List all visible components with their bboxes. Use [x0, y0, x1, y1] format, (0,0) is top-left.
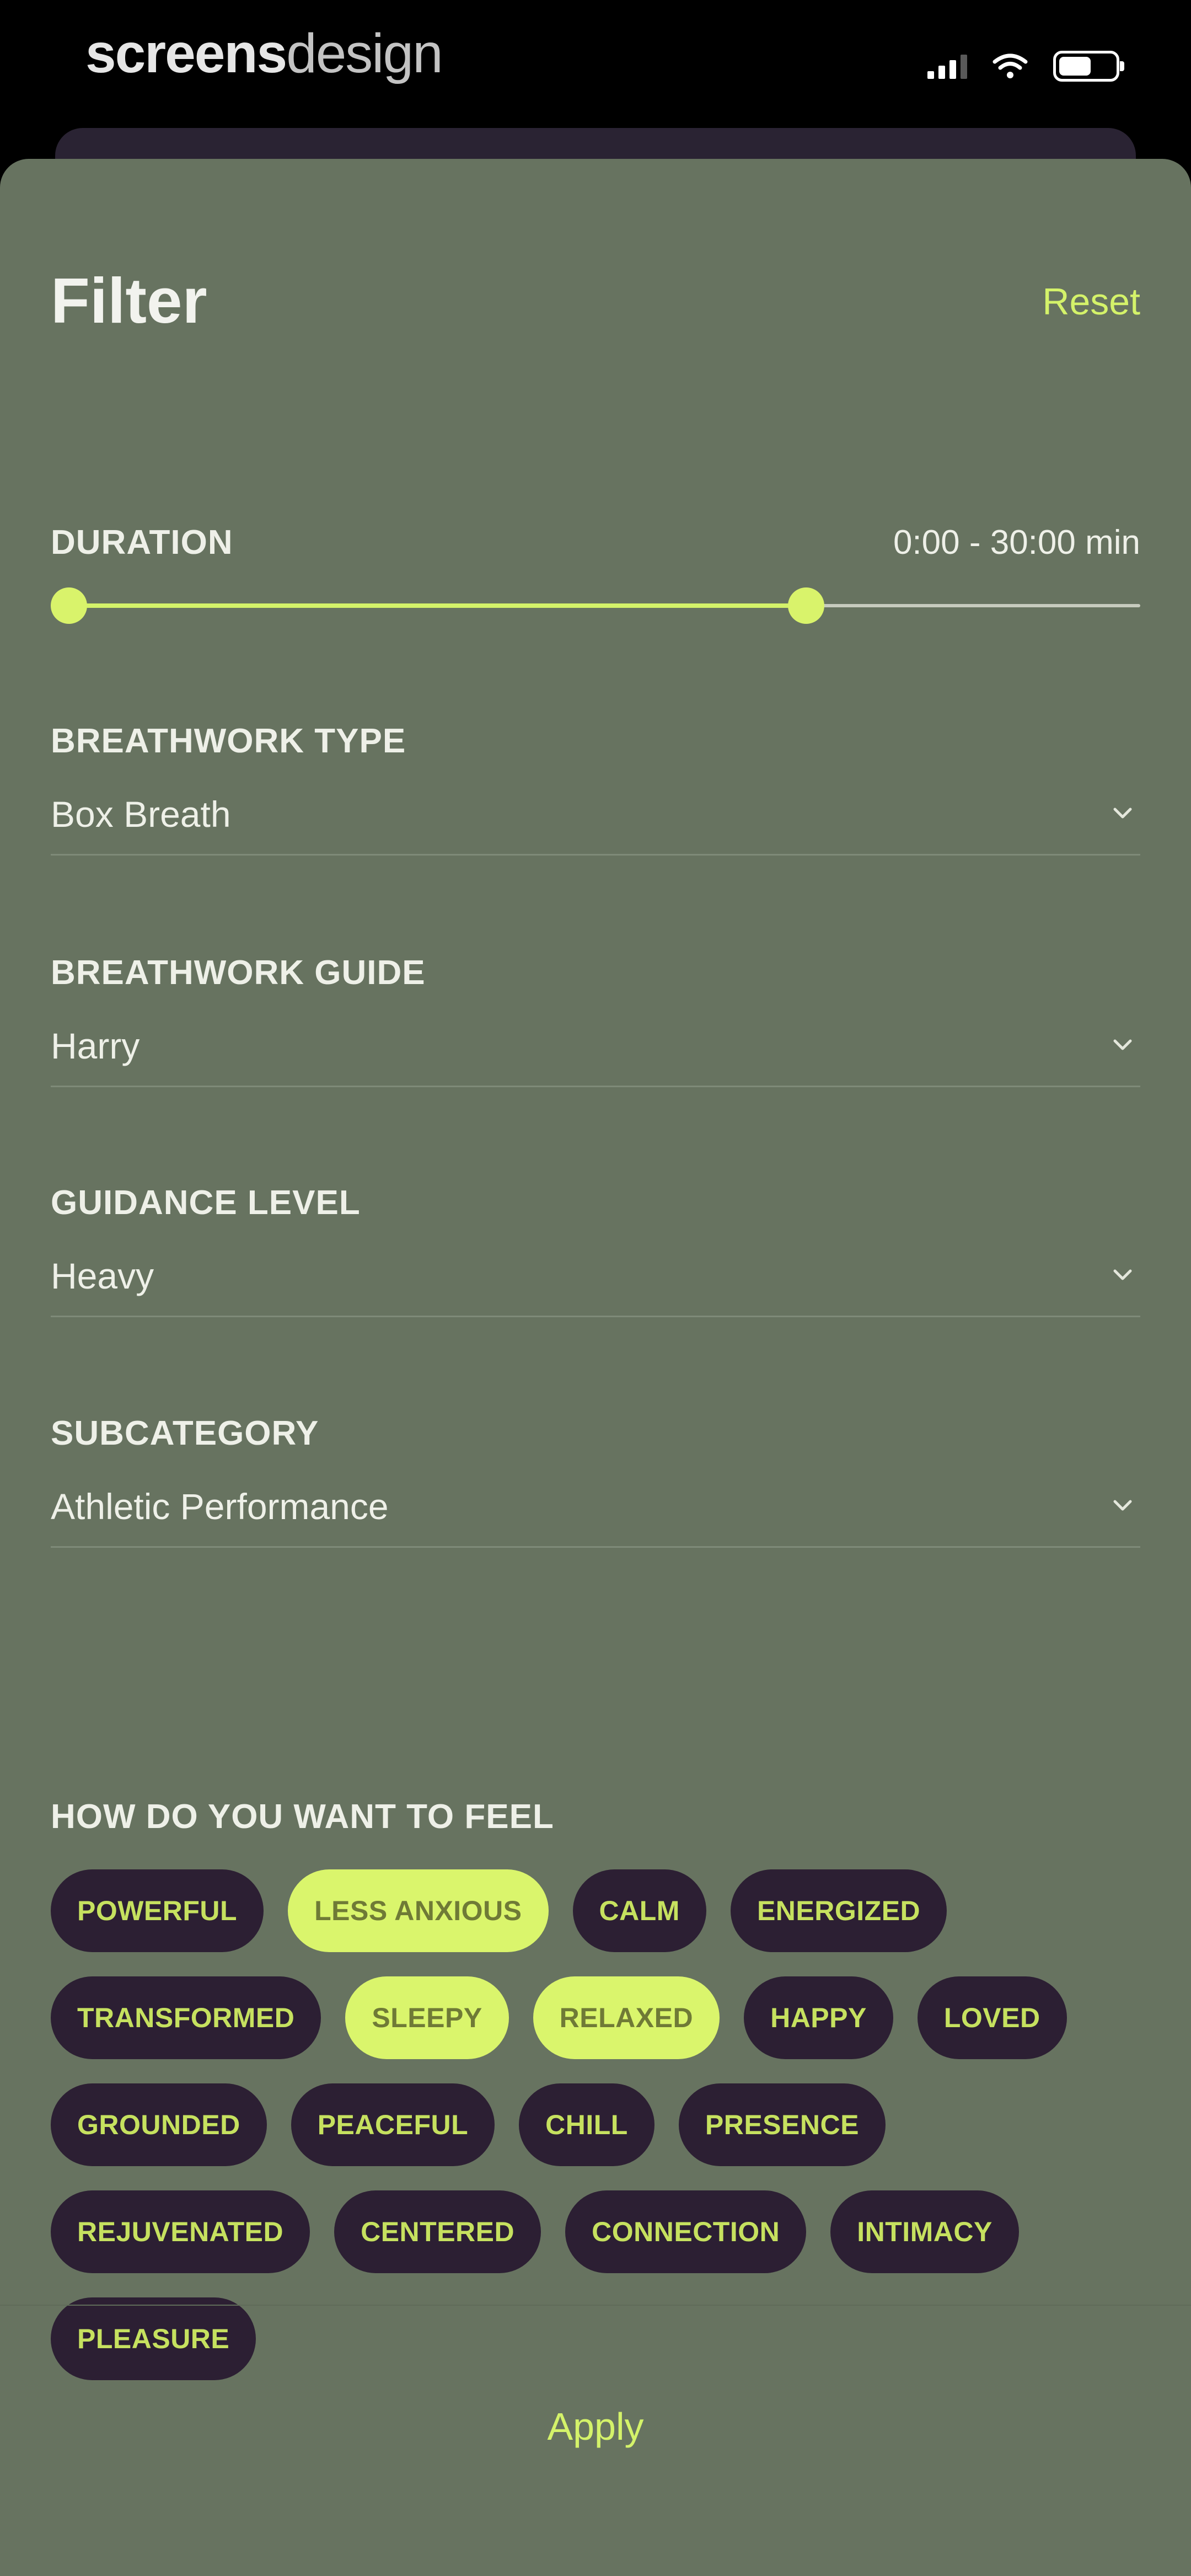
select-value: Box Breath: [51, 794, 231, 835]
watermark-bold: screens: [85, 23, 287, 84]
sheet-header: Filter Reset: [51, 264, 1140, 341]
select-value: Heavy: [51, 1255, 154, 1296]
chip-less-anxious[interactable]: LESS ANXIOUS: [288, 1869, 549, 1952]
breathwork-type-field: BREATHWORK TYPE Box Breath: [51, 722, 1140, 865]
slider-min-handle[interactable]: [51, 587, 87, 624]
duration-label: DURATION: [51, 523, 233, 562]
chip-row: TRANSFORMED SLEEPY RELAXED HAPPY LOVED: [51, 1976, 1140, 2059]
field-label: GUIDANCE LEVEL: [51, 1184, 361, 1222]
breathwork-type-select[interactable]: Box Breath: [51, 793, 1140, 856]
breathwork-guide-field: BREATHWORK GUIDE Harry: [51, 953, 1140, 1097]
chevron-down-icon: [1113, 1500, 1132, 1511]
chip-calm[interactable]: CALM: [572, 1869, 706, 1952]
chevron-down-icon: [1113, 1269, 1132, 1280]
subcategory-field: SUBCATEGORY Athletic Performance: [51, 1414, 1140, 1557]
status-icons: [927, 51, 1124, 82]
chip-intimacy[interactable]: INTIMACY: [830, 2190, 1019, 2273]
chip-loved[interactable]: LOVED: [917, 1976, 1067, 2059]
select-value: Harry: [51, 1025, 140, 1066]
apply-button[interactable]: Apply: [0, 2404, 1191, 2449]
chevron-down-icon: [1113, 1039, 1132, 1050]
chip-chill[interactable]: CHILL: [519, 2083, 654, 2166]
wifi-icon: [993, 53, 1028, 79]
chevron-down-icon: [1113, 808, 1132, 819]
feel-section: HOW DO YOU WANT TO FEEL POWERFUL LESS AN…: [51, 1797, 1140, 2404]
field-label: BREATHWORK GUIDE: [51, 954, 426, 992]
signal-icon: [927, 54, 967, 79]
chip-relaxed[interactable]: RELAXED: [533, 1976, 720, 2059]
chip-row: PLEASURE: [51, 2297, 1140, 2380]
duration-section: DURATION 0:00 - 30:00 min: [51, 523, 1140, 655]
chip-row: REJUVENATED CENTERED CONNECTION INTIMACY: [51, 2190, 1140, 2273]
guidance-level-select[interactable]: Heavy: [51, 1255, 1140, 1317]
watermark-light: design: [286, 23, 443, 84]
feel-label: HOW DO YOU WANT TO FEEL: [51, 1798, 554, 1836]
chip-grounded[interactable]: GROUNDED: [51, 2083, 267, 2166]
status-bar: screensdesign: [0, 0, 1191, 127]
field-label: SUBCATEGORY: [51, 1414, 319, 1452]
chip-row: GROUNDED PEACEFUL CHILL PRESENCE: [51, 2083, 1140, 2166]
chip-centered[interactable]: CENTERED: [334, 2190, 541, 2273]
filter-sheet: Filter Reset DURATION 0:00 - 30:00 min B…: [0, 159, 1191, 2576]
chip-rejuvenated[interactable]: REJUVENATED: [51, 2190, 310, 2273]
slider-range: [69, 603, 806, 608]
chip-connection[interactable]: CONNECTION: [565, 2190, 807, 2273]
select-value: Athletic Performance: [51, 1486, 389, 1527]
battery-icon: [1053, 51, 1124, 82]
subcategory-select[interactable]: Athletic Performance: [51, 1485, 1140, 1548]
watermark: screensdesign: [85, 22, 443, 85]
reset-button[interactable]: Reset: [1042, 280, 1140, 323]
chip-happy[interactable]: HAPPY: [744, 1976, 893, 2059]
chip-presence[interactable]: PRESENCE: [678, 2083, 886, 2166]
page-title: Filter: [51, 265, 207, 336]
chip-peaceful[interactable]: PEACEFUL: [291, 2083, 495, 2166]
chip-transformed[interactable]: TRANSFORMED: [51, 1976, 321, 2059]
breathwork-guide-select[interactable]: Harry: [51, 1025, 1140, 1087]
field-label: BREATHWORK TYPE: [51, 722, 406, 760]
chip-powerful[interactable]: POWERFUL: [51, 1869, 264, 1952]
chip-row: POWERFUL LESS ANXIOUS CALM ENERGIZED: [51, 1869, 1140, 1952]
slider-max-handle[interactable]: [788, 587, 824, 624]
duration-value: 0:00 - 30:00 min: [893, 523, 1140, 562]
guidance-level-field: GUIDANCE LEVEL Heavy: [51, 1183, 1140, 1327]
chip-sleepy[interactable]: SLEEPY: [345, 1976, 509, 2059]
footer-divider: [0, 2305, 1191, 2306]
chip-pleasure[interactable]: PLEASURE: [51, 2297, 256, 2380]
chip-energized[interactable]: ENERGIZED: [730, 1869, 947, 1952]
duration-slider[interactable]: [51, 584, 1140, 628]
